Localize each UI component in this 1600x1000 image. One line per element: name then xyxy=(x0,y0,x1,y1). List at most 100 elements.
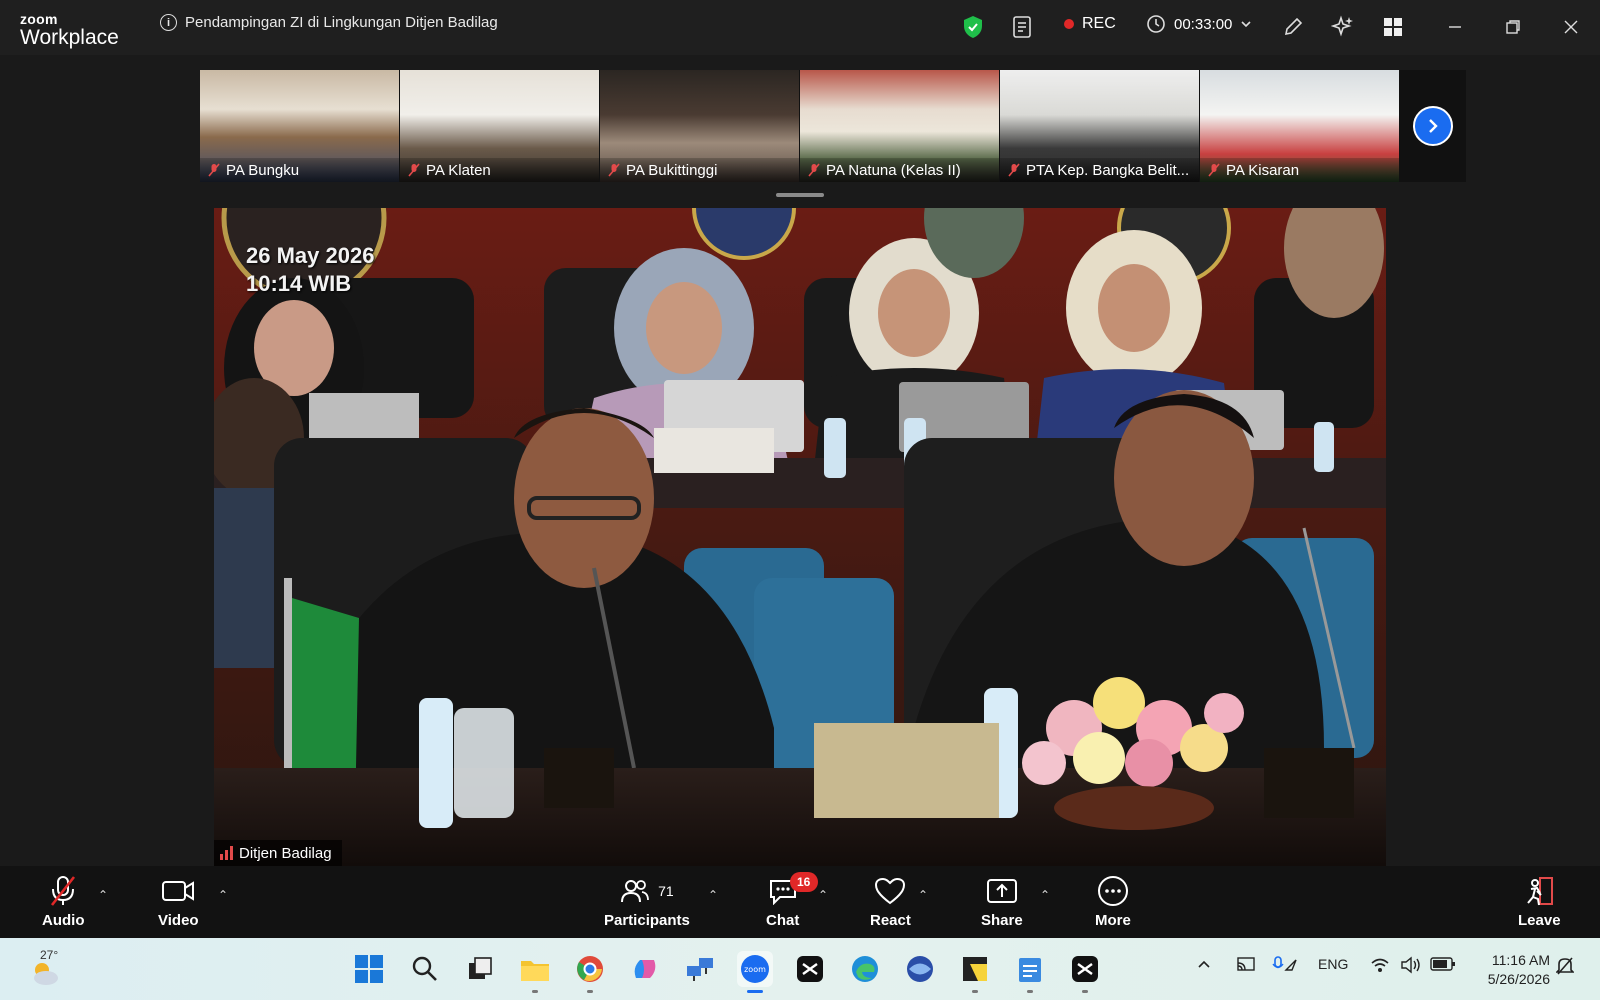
search-icon xyxy=(412,956,437,981)
wifi-icon[interactable] xyxy=(1370,956,1390,977)
participant-name: PA Klaten xyxy=(426,161,491,179)
speaker-label: Ditjen Badilag xyxy=(214,840,342,866)
video-options-chevron-up-icon[interactable]: ⌃ xyxy=(218,888,228,902)
chat-unread-badge: 16 xyxy=(789,872,818,892)
notes-icon[interactable] xyxy=(1010,14,1036,40)
taskbar-copilot[interactable] xyxy=(627,951,663,987)
audio-button[interactable]: Audio xyxy=(42,874,85,929)
show-hidden-icons-chevron-up-icon[interactable] xyxy=(1196,956,1212,975)
mic-off-icon xyxy=(208,163,220,177)
cast-icon[interactable] xyxy=(1236,956,1256,977)
taskbar-browser-globe[interactable] xyxy=(902,951,938,987)
mic-off-icon xyxy=(1208,163,1220,177)
record-dot-icon xyxy=(1064,19,1074,29)
notepad-icon xyxy=(1019,958,1041,982)
chat-button[interactable]: 16 Chat xyxy=(766,872,818,929)
signal-bars-icon xyxy=(220,846,233,860)
taskbar-zoom[interactable]: zoom xyxy=(737,951,773,993)
leave-exit-icon xyxy=(1527,877,1554,906)
meeting-info[interactable]: i Pendampingan ZI di Lingkungan Ditjen B… xyxy=(160,14,498,31)
close-icon[interactable] xyxy=(1558,14,1584,40)
participant-name: PA Bungku xyxy=(226,161,300,179)
participants-icon xyxy=(621,880,650,903)
active-speaker-video[interactable]: 26 May 2026 10:14 WIB Ditjen Badilag xyxy=(214,208,1386,866)
chevron-right-icon xyxy=(1429,119,1438,133)
task-view[interactable] xyxy=(462,951,498,987)
copilot-icon xyxy=(634,960,656,978)
microphone-location-icon[interactable] xyxy=(1272,956,1298,977)
react-options-chevron-up-icon[interactable]: ⌃ xyxy=(918,888,928,902)
next-page-button[interactable] xyxy=(1400,70,1466,182)
clock-time: 11:16 AM xyxy=(1491,952,1550,968)
mic-off-icon xyxy=(408,163,420,177)
brand-top: zoom xyxy=(20,11,58,27)
taskbar-search[interactable] xyxy=(407,951,443,987)
taskbar-network-app[interactable] xyxy=(682,951,718,987)
mic-muted-icon xyxy=(51,876,76,906)
windows-taskbar: 27° zoom ENG 11:16 AM 5/26/2026 xyxy=(0,938,1600,1000)
audio-options-chevron-up-icon[interactable]: ⌃ xyxy=(98,888,108,902)
recording-indicator[interactable]: REC xyxy=(1064,15,1116,33)
resize-drag-handle[interactable] xyxy=(776,193,824,197)
network-computers-icon xyxy=(687,958,713,981)
taskbar-notepad[interactable] xyxy=(1012,951,1048,993)
security-shield-icon[interactable] xyxy=(960,14,986,40)
video-timestamp: 26 May 2026 10:14 WIB xyxy=(246,242,374,298)
annotate-pen-icon[interactable] xyxy=(1280,14,1306,40)
participant-name: PA Natuna (Kelas II) xyxy=(826,161,961,179)
video-frame xyxy=(214,208,1386,866)
participant-tile[interactable]: PA Bukittinggi xyxy=(600,70,800,182)
volume-icon[interactable] xyxy=(1400,956,1422,977)
video-button[interactable]: Video xyxy=(158,874,199,929)
chat-options-chevron-up-icon[interactable]: ⌃ xyxy=(818,888,828,902)
meeting-timer[interactable]: 00:33:00 xyxy=(1146,14,1252,34)
react-button[interactable]: React xyxy=(870,874,911,929)
video-time: 10:14 WIB xyxy=(246,271,352,296)
participant-tile[interactable]: PTA Kep. Bangka Belit... xyxy=(1000,70,1200,182)
participants-options-chevron-up-icon[interactable]: ⌃ xyxy=(708,888,718,902)
ai-companion-icon[interactable] xyxy=(1330,14,1356,40)
share-button[interactable]: Share xyxy=(981,874,1023,929)
taskbar-capcut[interactable] xyxy=(792,951,828,987)
taskbar-chrome[interactable] xyxy=(572,951,608,993)
mic-off-icon xyxy=(1008,163,1020,177)
participant-tile[interactable]: PA Kisaran xyxy=(1200,70,1400,182)
chrome-icon xyxy=(577,956,603,982)
notifications-bell-icon[interactable] xyxy=(1555,956,1575,979)
title-bar: zoom Workplace i Pendampingan ZI di Ling… xyxy=(0,0,1600,55)
participant-tile[interactable]: PA Klaten xyxy=(400,70,600,182)
heart-icon xyxy=(875,877,906,905)
speaker-name: Ditjen Badilag xyxy=(239,844,332,862)
mic-off-icon xyxy=(808,163,820,177)
participant-name: PA Bukittinggi xyxy=(626,161,718,179)
input-language[interactable]: ENG xyxy=(1318,956,1348,972)
video-date: 26 May 2026 xyxy=(246,243,375,268)
system-clock[interactable]: 11:16 AM 5/26/2026 xyxy=(1470,951,1550,989)
chevron-down-icon xyxy=(1241,21,1251,28)
rec-label: REC xyxy=(1082,15,1116,32)
more-options-icon xyxy=(1097,876,1128,906)
more-button[interactable]: More xyxy=(1095,874,1131,929)
weather-widget[interactable]: 27° xyxy=(28,948,62,988)
taskbar-capcut-2[interactable] xyxy=(1067,951,1103,993)
info-icon[interactable]: i xyxy=(160,14,177,31)
start-button[interactable] xyxy=(351,951,387,987)
leave-button[interactable]: Leave xyxy=(1518,874,1561,929)
sticky-notes-icon xyxy=(963,957,987,981)
task-view-icon xyxy=(469,957,492,979)
participants-count: 71 xyxy=(658,883,674,899)
timer-value: 00:33:00 xyxy=(1174,15,1233,33)
share-options-chevron-up-icon[interactable]: ⌃ xyxy=(1040,888,1050,902)
battery-icon[interactable] xyxy=(1430,956,1456,975)
apps-icon[interactable] xyxy=(1380,14,1406,40)
restore-icon[interactable] xyxy=(1500,14,1526,40)
minimize-icon[interactable] xyxy=(1442,14,1468,40)
app-logo: zoom Workplace xyxy=(20,12,119,48)
edge-icon xyxy=(852,956,878,982)
participant-tile[interactable]: PA Bungku xyxy=(200,70,400,182)
taskbar-edge[interactable] xyxy=(847,951,883,987)
taskbar-file-explorer[interactable] xyxy=(517,951,553,993)
participants-button[interactable]: 71 Participants xyxy=(604,874,690,929)
participant-tile[interactable]: PA Natuna (Kelas II) xyxy=(800,70,1000,182)
taskbar-sticky-notes[interactable] xyxy=(957,951,993,993)
